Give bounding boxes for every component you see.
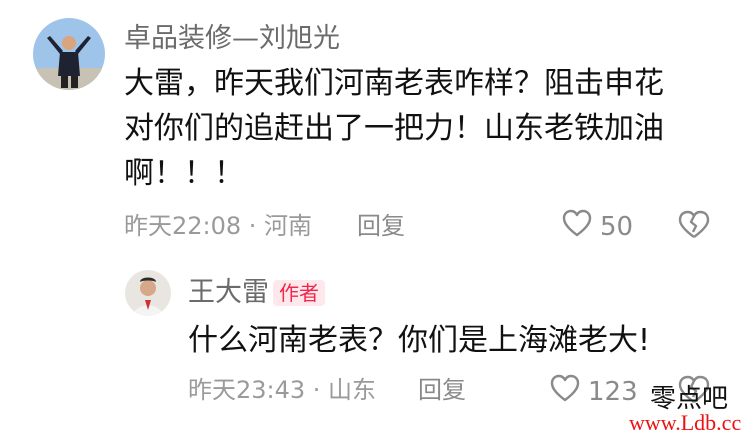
heart-outline-icon: [550, 374, 580, 409]
comment-like-count: 50: [600, 211, 634, 242]
comment-meta: 昨天22:08 · 河南: [124, 212, 313, 240]
reply-text: 什么河南老表？你们是上海滩老大!: [188, 323, 651, 358]
heart-outline-icon: [562, 209, 592, 244]
commenter-name[interactable]: 卓品装修—刘旭光: [124, 22, 340, 56]
comment-line: 大雷，昨天我们河南老表咋样？阻击申花: [124, 66, 664, 101]
comment-text: 大雷，昨天我们河南老表咋样？阻击申花 对你们的追赶出了一把力！山东老铁加油 啊！…: [124, 61, 664, 196]
broken-heart-icon: [678, 210, 710, 244]
comment-line: 对你们的追赶出了一把力！山东老铁加油: [124, 111, 664, 146]
reply-like-button[interactable]: 123: [550, 374, 638, 409]
comment-reply-button[interactable]: 回复: [357, 211, 405, 241]
replier-avatar[interactable]: [125, 270, 171, 316]
comment-dislike-button[interactable]: [678, 210, 710, 244]
comment-line: 啊！！！: [124, 156, 244, 191]
watermark-url: www.Ldb.cc: [629, 410, 742, 435]
author-badge: 作者: [273, 280, 325, 306]
reply-meta: 昨天23:43 · 山东: [188, 376, 377, 404]
reply-like-count: 123: [588, 376, 638, 407]
commenter-avatar[interactable]: [33, 18, 105, 90]
replier-name[interactable]: 王大雷: [188, 276, 269, 310]
reply-reply-button[interactable]: 回复: [418, 375, 466, 405]
comment-like-button[interactable]: 50: [562, 209, 633, 244]
